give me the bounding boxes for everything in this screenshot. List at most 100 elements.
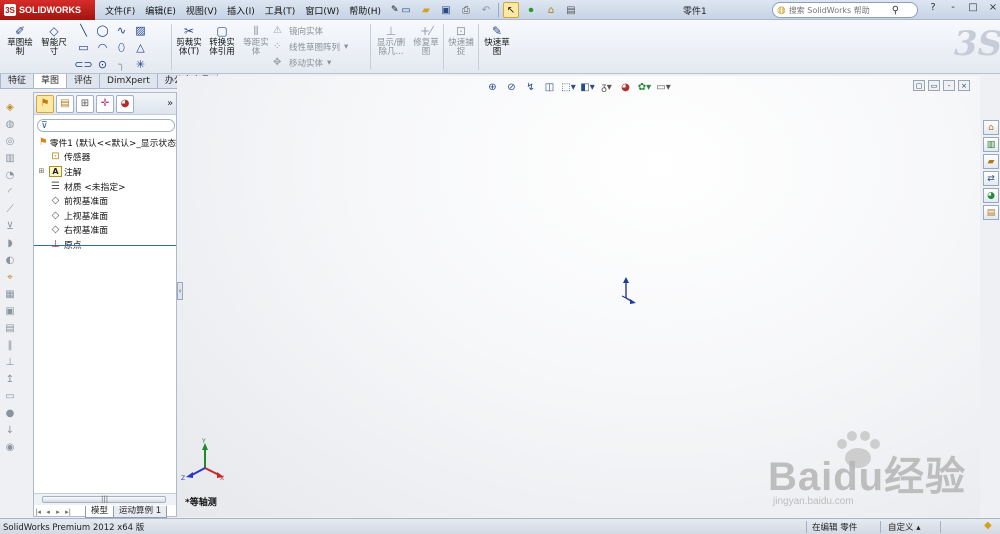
view-triad-icon[interactable]: Y X Z — [181, 438, 224, 482]
feature-tree-filter[interactable]: ⊽ — [37, 119, 175, 132]
display-manager-tab-icon[interactable]: ◕ — [116, 94, 134, 113]
open-folder-icon[interactable]: ▰ — [418, 2, 434, 18]
view-settings-icon[interactable]: ▭▾ — [655, 80, 672, 94]
apply-scene-icon[interactable]: ✿▾ — [636, 80, 653, 94]
help-search-input[interactable] — [788, 5, 889, 15]
tree-node-front-plane[interactable]: ◇ 前视基准面 — [34, 193, 176, 208]
expand-plus-icon[interactable]: ⊞ — [34, 167, 49, 175]
circular-pattern-icon[interactable]: ▣ — [2, 304, 18, 318]
tree-node-material[interactable]: ☰ 材质 <未指定> — [34, 179, 176, 194]
rapid-sketch-button[interactable]: ✎ 快速草图 — [481, 24, 513, 57]
mirror-feature-icon[interactable]: ▤ — [2, 321, 18, 335]
mirror-entities-item[interactable]: ⚠ 镜向实体 — [273, 24, 348, 37]
line-icon[interactable]: ╲ — [74, 23, 93, 38]
tree-node-right-plane[interactable]: ◇ 右视基准面 — [34, 223, 176, 238]
draft-icon[interactable]: ◐ — [2, 253, 18, 267]
smart-dimension-button[interactable]: ◇ 智能尺寸 — [38, 24, 70, 57]
menu-window[interactable]: 窗口(W) — [300, 4, 344, 17]
curves-icon[interactable]: ↥ — [2, 372, 18, 386]
circle-icon[interactable]: ◯ — [93, 23, 112, 38]
spline-icon[interactable]: ∿ — [112, 23, 131, 38]
zoom-to-fit-icon[interactable]: ⊕ — [484, 80, 501, 94]
sketch-button[interactable]: ✐ 草图绘制 — [4, 24, 36, 57]
menu-help[interactable]: 帮助(H) — [344, 4, 386, 17]
ellipse-icon[interactable]: ⬯ — [112, 40, 131, 55]
property-manager-tab-icon[interactable]: ▤ — [56, 94, 74, 113]
design-library-icon[interactable]: ▥ — [983, 137, 999, 152]
tab-model[interactable]: 模型 — [85, 506, 115, 518]
tab-first-icon[interactable]: |◂ — [33, 508, 43, 516]
status-units[interactable]: 自定义 ▴ — [888, 521, 920, 533]
revolved-cut-icon[interactable]: ◔ — [2, 168, 18, 182]
zoom-to-area-icon[interactable]: ⊘ — [503, 80, 520, 94]
deform-icon[interactable]: ◉ — [2, 440, 18, 454]
menu-file[interactable]: 文件(F) — [100, 4, 140, 17]
rapid-snaps-button[interactable]: ⊡ 快速捕捉 — [446, 24, 476, 57]
dome-icon[interactable]: ‖ — [2, 338, 18, 352]
save-icon[interactable]: ▣ — [438, 2, 454, 18]
tree-node-top-plane[interactable]: ◇ 上视基准面 — [34, 208, 176, 223]
scrollbar-thumb[interactable]: ||| — [42, 495, 166, 503]
tab-features[interactable]: 特征 — [0, 74, 35, 89]
tab-motion-study[interactable]: 运动算例 1 — [113, 506, 168, 518]
tab-last-icon[interactable]: ▸| — [63, 508, 73, 516]
rib-icon[interactable]: ⊻ — [2, 219, 18, 233]
tab-evaluate[interactable]: 评估 — [66, 74, 101, 89]
help-search-box[interactable]: ◍ ⚲ — [772, 2, 918, 18]
hole-wizard-icon[interactable]: ⌖ — [2, 270, 18, 284]
reference-geometry-icon[interactable]: ⊥ — [2, 355, 18, 369]
repair-sketch-button[interactable]: +⁄ 修复草图 — [411, 24, 441, 57]
tree-node-annotations[interactable]: ⊞ A 注解 — [34, 164, 176, 179]
slot-icon[interactable]: ⊂⊃ — [74, 57, 93, 72]
fillet-icon[interactable]: ╮ — [112, 57, 131, 72]
close-button[interactable]: × — [986, 2, 1000, 13]
feature-tree-tab-icon[interactable]: ⚑ — [36, 94, 54, 113]
help-button[interactable]: ? — [926, 2, 940, 13]
minimize-button[interactable]: - — [946, 2, 960, 13]
shell-icon[interactable]: ◗ — [2, 236, 18, 250]
tree-node-sensors[interactable]: ⊡ 传感器 — [34, 150, 176, 165]
point-icon[interactable]: ✳ — [131, 57, 150, 72]
solidworks-resources-icon[interactable]: ⌂ — [983, 120, 999, 135]
configuration-manager-tab-icon[interactable]: ⊞ — [76, 94, 94, 113]
tab-sketch[interactable]: 草图 — [33, 74, 68, 89]
previous-view-icon[interactable]: ↯ — [522, 80, 539, 94]
view-orientation-icon[interactable]: ⬚▾ — [560, 80, 577, 94]
linear-pattern-feature-icon[interactable]: ▦ — [2, 287, 18, 301]
extruded-boss-icon[interactable]: ◈ — [2, 100, 18, 114]
menu-view[interactable]: 视图(V) — [181, 4, 222, 17]
file-explorer-icon[interactable]: ▰ — [983, 154, 999, 169]
sketch-text-icon[interactable]: ▨ — [131, 23, 150, 38]
maximize-button[interactable]: □ — [966, 2, 980, 13]
select-arrow-icon[interactable]: ↖ — [503, 2, 519, 18]
flex-icon[interactable]: ↓ — [2, 423, 18, 437]
viewport-min-icon[interactable]: - — [943, 80, 955, 91]
print-icon[interactable]: ⎙ — [458, 2, 474, 18]
file-properties-icon[interactable]: ⌂ — [543, 2, 559, 18]
tab-dimxpert[interactable]: DimXpert — [99, 74, 158, 89]
solidworks-logo[interactable]: 3S SOLIDWORKS — [0, 0, 95, 20]
tab-next-icon[interactable]: ▸ — [53, 508, 63, 516]
move-entities-item[interactable]: ✥ 移动实体 ▾ — [273, 56, 348, 69]
section-view-icon[interactable]: ◫ — [541, 80, 558, 94]
fillet-tool-icon[interactable]: ◜ — [2, 185, 18, 199]
display-style-icon[interactable]: ◧▾ — [579, 80, 596, 94]
arc-icon[interactable]: ◠ — [93, 40, 112, 55]
extruded-cut-icon[interactable]: ▥ — [2, 151, 18, 165]
options-icon[interactable]: ▤ — [563, 2, 579, 18]
offset-entities-button[interactable]: ⫴ 等距实体 — [241, 24, 271, 57]
menu-tools[interactable]: 工具(T) — [260, 4, 301, 17]
menu-insert[interactable]: 插入(I) — [222, 4, 260, 17]
edit-appearance-icon[interactable]: ◕ — [617, 80, 634, 94]
view-palette-icon[interactable]: ⇄ — [983, 171, 999, 186]
chevron-right-icon[interactable]: » — [164, 95, 176, 113]
sketch-origin-icon[interactable] — [621, 277, 636, 304]
feature-tree-scrollbar[interactable]: ||| — [34, 493, 176, 505]
swept-boss-icon[interactable]: ◎ — [2, 134, 18, 148]
viewport-restore-icon[interactable]: ▢ — [913, 80, 925, 91]
rectangle-icon[interactable]: ▭ — [74, 40, 93, 55]
display-delete-relations-button[interactable]: ⊥ 显示/删除几... — [373, 24, 409, 57]
viewport-tile-icon[interactable]: ▭ — [928, 80, 940, 91]
hide-show-items-icon[interactable]: ᵹ▾ — [598, 80, 615, 94]
revolved-boss-icon[interactable]: ◍ — [2, 117, 18, 131]
